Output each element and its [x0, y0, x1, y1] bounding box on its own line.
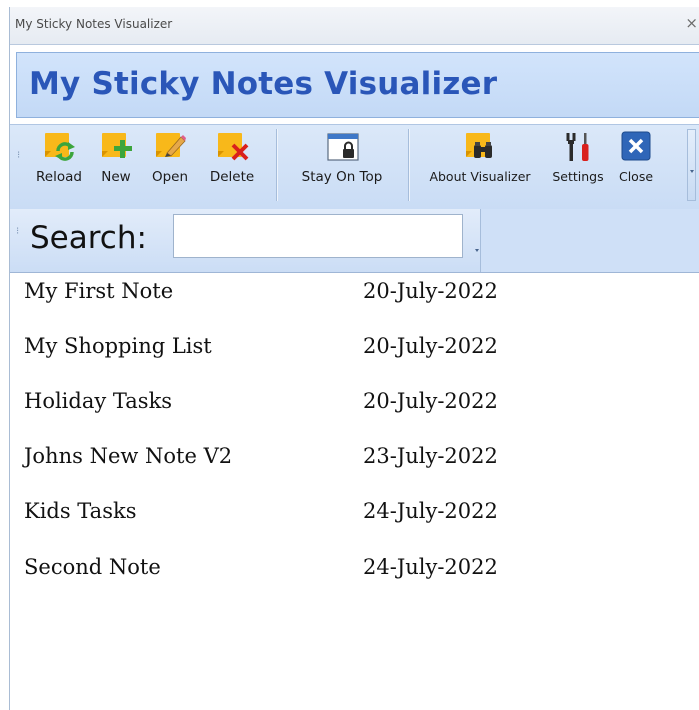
new-label: New [101, 169, 131, 185]
close-icon [621, 131, 651, 161]
delete-label: Delete [209, 169, 255, 185]
title-bar: My Sticky Notes Visualizer × [10, 7, 699, 45]
binoculars-icon [465, 131, 495, 161]
settings-button[interactable]: Settings [548, 131, 608, 184]
toolbar: ⁝ Reload New Open Delete Stay On Top Abo… [10, 124, 699, 210]
search-toolstrip: ⁝ Search: [10, 209, 481, 272]
stay-on-top-icon [327, 131, 359, 161]
search-input[interactable] [173, 214, 463, 258]
window-close-button[interactable]: × [685, 14, 698, 32]
list-item[interactable]: Second Note 24-July-2022 [10, 549, 699, 597]
delete-button[interactable]: Delete [202, 131, 262, 185]
about-visualizer-button[interactable]: About Visualizer [418, 131, 542, 184]
note-date: 23-July-2022 [363, 444, 498, 468]
app-window: My Sticky Notes Visualizer × My Sticky N… [9, 7, 699, 710]
toolbar-overflow-button[interactable] [687, 129, 696, 201]
note-name: Second Note [24, 555, 161, 579]
note-date: 20-July-2022 [363, 334, 498, 358]
about-visualizer-label: About Visualizer [429, 169, 531, 184]
list-item[interactable]: Johns New Note V2 23-July-2022 [10, 438, 699, 486]
note-name: My Shopping List [24, 334, 212, 358]
note-name: Johns New Note V2 [24, 444, 233, 468]
list-item[interactable]: Holiday Tasks 20-July-2022 [10, 383, 699, 431]
note-date: 24-July-2022 [363, 555, 498, 579]
search-grip[interactable]: ⁝ [16, 227, 19, 237]
toolbar-separator [276, 129, 277, 201]
new-button[interactable]: New [94, 131, 138, 185]
new-note-icon [101, 131, 132, 161]
search-bar: ⁝ Search: [10, 209, 699, 272]
note-name: My First Note [24, 279, 174, 303]
header-band: My Sticky Notes Visualizer [10, 45, 699, 124]
note-date: 24-July-2022 [363, 499, 498, 523]
reload-icon [44, 131, 75, 161]
stay-on-top-button[interactable]: Stay On Top [286, 131, 398, 185]
app-title: My Sticky Notes Visualizer [29, 66, 498, 102]
notes-list: My First Note 20-July-2022 My Shopping L… [10, 272, 699, 710]
toolbar-separator [408, 129, 409, 201]
search-overflow-button[interactable] [473, 213, 482, 263]
list-item[interactable]: My Shopping List 20-July-2022 [10, 328, 699, 376]
open-button[interactable]: Open [144, 131, 196, 185]
window-title: My Sticky Notes Visualizer [15, 17, 173, 31]
note-name: Kids Tasks [24, 499, 137, 523]
settings-label: Settings [552, 169, 604, 184]
toolbar-grip[interactable]: ⁝ [17, 151, 20, 161]
open-label: Open [151, 169, 189, 185]
open-note-icon [155, 131, 186, 161]
delete-note-icon [217, 131, 249, 161]
close-label: Close [618, 169, 654, 184]
close-button[interactable]: Close [612, 131, 660, 184]
note-date: 20-July-2022 [363, 389, 498, 413]
note-name: Holiday Tasks [24, 389, 173, 413]
reload-button[interactable]: Reload [30, 131, 88, 185]
search-label: Search: [30, 220, 147, 256]
tools-icon [563, 131, 593, 161]
note-date: 20-July-2022 [363, 279, 498, 303]
header-panel: My Sticky Notes Visualizer [16, 52, 699, 118]
list-item[interactable]: My First Note 20-July-2022 [10, 273, 699, 321]
reload-label: Reload [36, 169, 82, 185]
stay-on-top-label: Stay On Top [301, 169, 383, 185]
list-item[interactable]: Kids Tasks 24-July-2022 [10, 493, 699, 541]
